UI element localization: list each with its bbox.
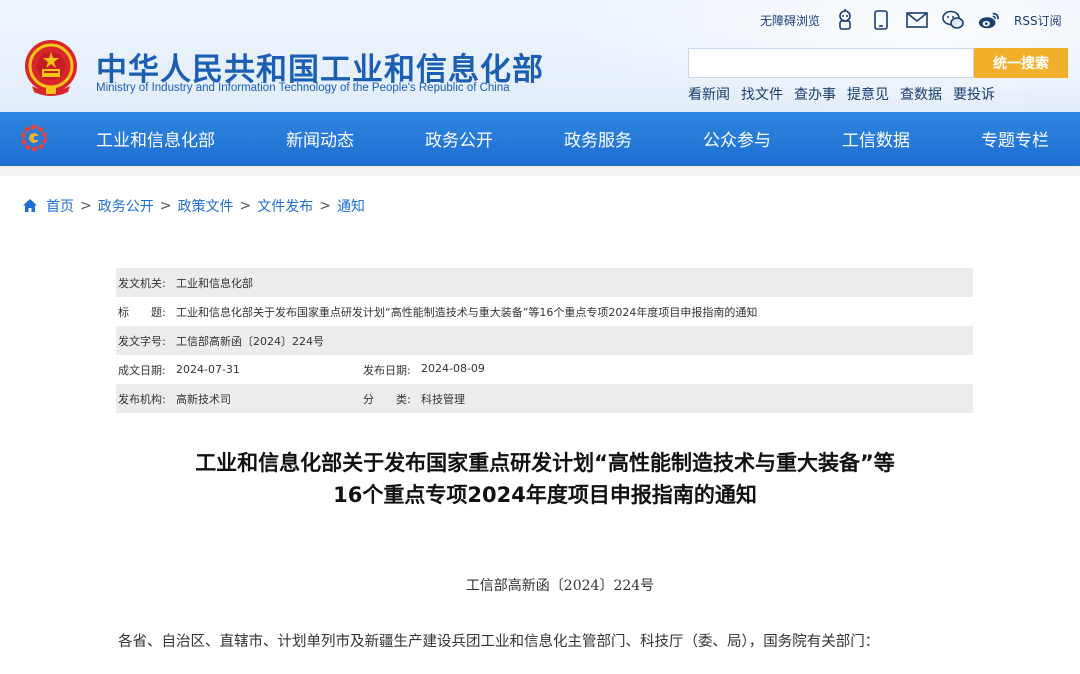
meta-value-published: 2024-08-09	[421, 361, 485, 375]
meta-label-agency: 发布机构:	[118, 392, 166, 406]
meta-row-docno: 发文字号: 工信部高新函〔2024〕224号	[116, 326, 973, 355]
nav-item-gov-services[interactable]: 政务服务	[564, 126, 632, 151]
nav-item-news[interactable]: 新闻动态	[286, 126, 354, 151]
miit-logo-icon[interactable]	[20, 124, 48, 152]
home-icon[interactable]	[22, 198, 38, 214]
quick-link-files[interactable]: 找文件	[741, 84, 783, 104]
meta-label-category: 分 类:	[363, 392, 411, 406]
quick-link-news[interactable]: 看新闻	[688, 84, 730, 104]
breadcrumb-separator: >	[319, 198, 331, 214]
meta-value-issuer: 工业和信息化部	[176, 276, 253, 290]
meta-value-agency: 高新技术司	[176, 392, 231, 406]
weibo-icon[interactable]	[978, 9, 1000, 31]
quick-link-services[interactable]: 查办事	[794, 84, 836, 104]
nav-item-gov-affairs[interactable]: 政务公开	[425, 126, 493, 151]
mobile-icon[interactable]	[870, 9, 892, 31]
breadcrumb-notice[interactable]: 通知	[337, 196, 365, 216]
robot-assistant-icon[interactable]	[834, 9, 856, 31]
wechat-icon[interactable]	[942, 9, 964, 31]
national-emblem-icon[interactable]	[22, 38, 80, 100]
meta-row-agency: 发布机构: 高新技术司 分 类: 科技管理	[116, 384, 973, 413]
meta-label-title: 标 题:	[118, 305, 166, 319]
breadcrumb-doc-release[interactable]: 文件发布	[257, 196, 313, 216]
breadcrumb-separator: >	[239, 198, 252, 214]
document-meta-table: 发文机关: 工业和信息化部 标 题: 工业和信息化部关于发布国家重点研发计划“高…	[116, 268, 973, 413]
quick-link-data[interactable]: 查数据	[900, 84, 942, 104]
meta-row-issuer: 发文机关: 工业和信息化部	[116, 268, 973, 297]
meta-label-created: 成文日期:	[118, 363, 166, 377]
article-title: 工业和信息化部关于发布国家重点研发计划“高性能制造技术与重大装备”等 16个重点…	[120, 447, 970, 511]
nav-item-topics[interactable]: 专题专栏	[981, 126, 1049, 151]
header-divider	[0, 166, 1080, 176]
site-subtitle: Ministry of Industry and Information Tec…	[96, 82, 510, 94]
meta-row-title: 标 题: 工业和信息化部关于发布国家重点研发计划“高性能制造技术与重大装备”等1…	[116, 297, 973, 326]
breadcrumb: 首页 > 政务公开 > 政策文件 > 文件发布 > 通知	[22, 196, 365, 216]
meta-row-dates: 成文日期: 2024-07-31 发布日期: 2024-08-09	[116, 355, 973, 384]
top-tools: 无障碍浏览 RSS订阅	[760, 8, 1062, 32]
search-input[interactable]	[688, 48, 974, 78]
article-title-line-2: 16个重点专项2024年度项目申报指南的通知	[333, 483, 757, 507]
breadcrumb-policy-docs[interactable]: 政策文件	[177, 196, 233, 216]
quick-links: 看新闻 找文件 查办事 提意见 查数据 要投诉	[688, 84, 995, 104]
article-title-line-1: 工业和信息化部关于发布国家重点研发计划“高性能制造技术与重大装备”等	[195, 451, 895, 475]
search-button[interactable]: 统一搜索	[974, 48, 1068, 78]
quick-link-complaint[interactable]: 要投诉	[953, 84, 995, 104]
meta-label-docno: 发文字号:	[118, 334, 166, 348]
meta-value-title: 工业和信息化部关于发布国家重点研发计划“高性能制造技术与重大装备”等16个重点专…	[176, 305, 758, 319]
article-doc-number: 工信部高新函〔2024〕224号	[465, 578, 655, 594]
breadcrumb-gov-affairs[interactable]: 政务公开	[98, 196, 154, 216]
breadcrumb-home[interactable]: 首页	[46, 196, 74, 216]
rss-link[interactable]: RSS订阅	[1014, 12, 1062, 29]
meta-label-issuer: 发文机关:	[118, 276, 166, 290]
quick-link-feedback[interactable]: 提意见	[847, 84, 889, 104]
meta-value-category: 科技管理	[421, 392, 465, 406]
nav-item-data[interactable]: 工信数据	[842, 126, 910, 151]
meta-value-created: 2024-07-31	[176, 363, 240, 376]
breadcrumb-separator: >	[80, 198, 92, 214]
breadcrumb-separator: >	[159, 198, 172, 214]
main-nav: 工业和信息化部 新闻动态 政务公开 政务服务 公众参与 工信数据 专题专栏	[0, 112, 1080, 166]
nav-item-public-participation[interactable]: 公众参与	[703, 126, 771, 151]
site-header: 中华人民共和国工业和信息化部 Ministry of Industry and …	[0, 0, 1080, 166]
meta-label-published: 发布日期:	[363, 363, 411, 377]
article-salutation: 各省、自治区、直辖市、计划单列市及新疆生产建设兵团工业和信息化主管部门、科技厅（…	[118, 634, 880, 650]
nav-item-miit[interactable]: 工业和信息化部	[96, 126, 215, 151]
accessibility-link[interactable]: 无障碍浏览	[760, 12, 820, 29]
meta-value-docno: 工信部高新函〔2024〕224号	[176, 334, 324, 348]
mail-icon[interactable]	[906, 9, 928, 31]
